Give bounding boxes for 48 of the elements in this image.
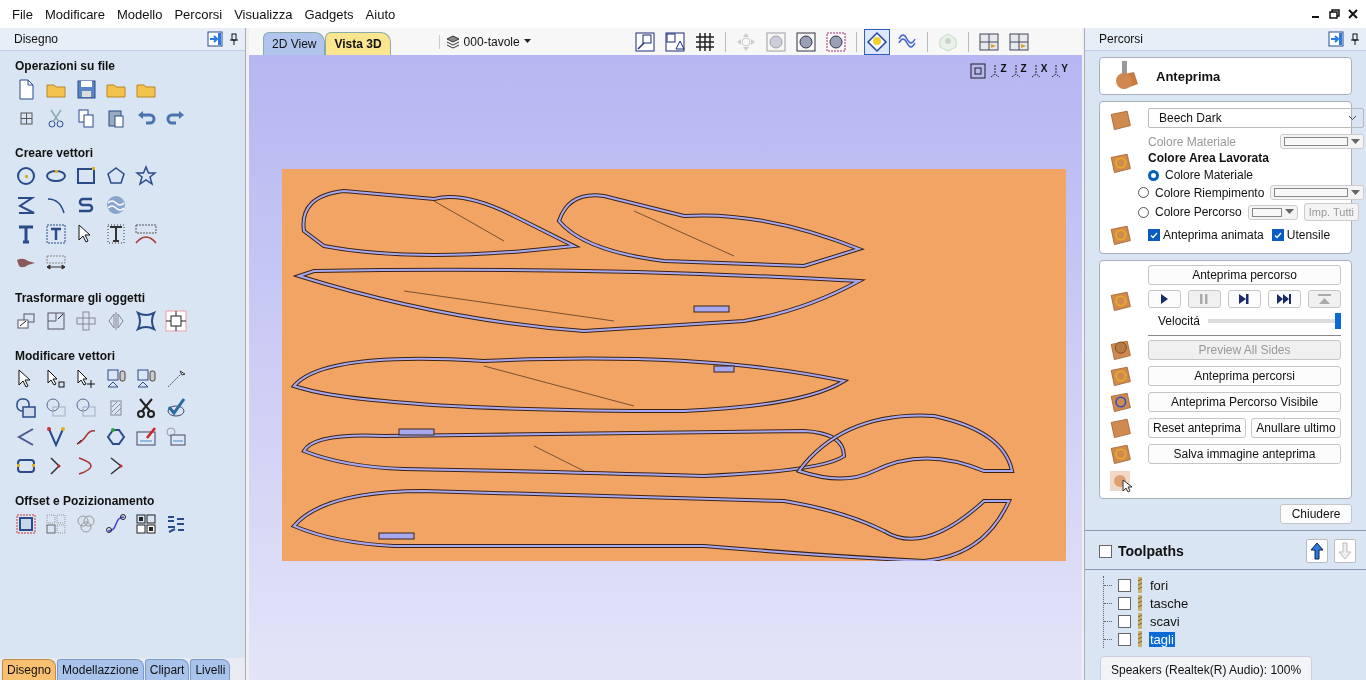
axis-view-button[interactable]: Y bbox=[1051, 63, 1068, 79]
toolpath-item[interactable]: tagli bbox=[1149, 631, 1175, 647]
preview-title: Anteprima bbox=[1156, 68, 1221, 84]
speed-label: Velocitá bbox=[1158, 314, 1201, 328]
material-dropdown[interactable]: Beech Dark bbox=[1148, 108, 1365, 128]
menu-item[interactable]: Aiuto bbox=[359, 6, 402, 22]
checkbox-label: Anteprima animata bbox=[1163, 228, 1264, 242]
volume-tooltip: Speakers (Realtek(R) Audio): 100% bbox=[1100, 656, 1313, 680]
preview-button[interactable]: Anteprima percorsi bbox=[1148, 366, 1341, 386]
section-title: Creare vettori bbox=[15, 146, 95, 160]
preview-button[interactable]: Reset anteprima bbox=[1148, 418, 1247, 438]
close-button[interactable]: Chiudere bbox=[1280, 504, 1352, 524]
menu-item[interactable]: Gadgets bbox=[298, 6, 360, 22]
material-color-label: Colore Materiale bbox=[1148, 134, 1237, 149]
panel-tab[interactable]: Clipart bbox=[144, 659, 190, 680]
menu-item[interactable]: Modificare bbox=[38, 6, 111, 22]
view-tab[interactable]: 2D View bbox=[263, 32, 326, 55]
preview-button[interactable]: Salva immagine anteprima bbox=[1148, 444, 1341, 464]
area-color-title: Colore Area Lavorata bbox=[1148, 151, 1270, 165]
panel-tab[interactable]: Disegno bbox=[2, 659, 57, 680]
checkbox-label: Utensile bbox=[1286, 228, 1331, 242]
section-title: Offset e Pozizionamento bbox=[15, 494, 156, 508]
toolpath-item[interactable]: scavi bbox=[1149, 613, 1181, 629]
radio-label: Colore Percorso bbox=[1155, 205, 1242, 219]
layer-dropdown[interactable]: 000-tavole bbox=[438, 34, 531, 49]
preview-button[interactable]: Anteprima Percorso Visibile bbox=[1148, 392, 1341, 412]
axis-view-button[interactable]: Z bbox=[1010, 63, 1027, 79]
axis-view-button[interactable]: X bbox=[1030, 63, 1048, 79]
toolpath-item[interactable]: fori bbox=[1149, 577, 1170, 593]
menu-item[interactable]: File bbox=[6, 6, 39, 22]
preview-button[interactable]: Anullare ultimo bbox=[1251, 418, 1341, 438]
toolpath-item[interactable]: tasche bbox=[1149, 595, 1190, 611]
radio-label: Colore Riempimento bbox=[1155, 185, 1265, 200]
panel-tab[interactable]: Modellazzione bbox=[57, 659, 144, 680]
view-tab[interactable]: Vista 3D bbox=[325, 32, 391, 55]
axis-view-button[interactable]: Z bbox=[990, 63, 1007, 79]
section-title: Modificare vettori bbox=[15, 349, 117, 363]
panel-tab[interactable]: Livelli bbox=[190, 659, 231, 680]
panel-title: Disegno bbox=[14, 32, 60, 46]
preview-toolpath-button[interactable]: Anteprima percorso bbox=[1148, 265, 1341, 285]
menu-item[interactable]: Visualizza bbox=[228, 6, 299, 22]
menu-item[interactable]: Percorsi bbox=[168, 6, 229, 22]
toolpaths-title: Toolpaths bbox=[1118, 543, 1185, 559]
section-title: Trasformare gli oggetti bbox=[15, 291, 147, 305]
radio-label: Colore Materiale bbox=[1165, 168, 1254, 182]
section-title: Operazioni su file bbox=[15, 59, 117, 73]
panel-title: Percorsi bbox=[1099, 32, 1144, 46]
menu-item[interactable]: Modello bbox=[110, 6, 169, 22]
